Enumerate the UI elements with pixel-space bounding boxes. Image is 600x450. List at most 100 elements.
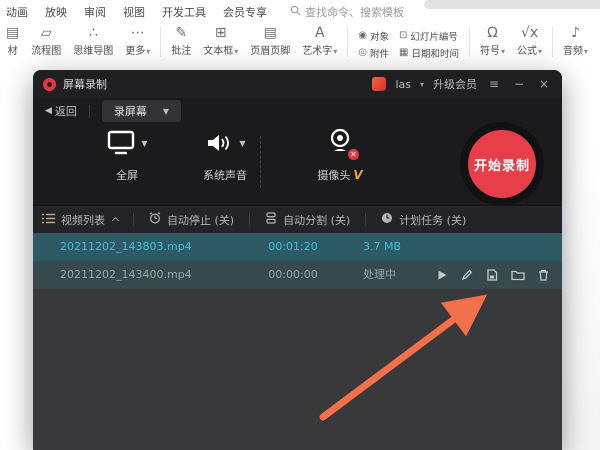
toolbar-item-formula[interactable]: √x公式▾ [511, 25, 548, 57]
toolbar-item-label: 幻灯片编号 [410, 29, 458, 43]
toolbar-item-datetime[interactable]: ▦日期和时间 [399, 44, 459, 61]
object-icon: ◉ [358, 31, 367, 41]
close-button[interactable]: × [536, 77, 552, 91]
toolbar-group: Ω符号▾√x公式▾ [474, 25, 548, 57]
video-list: 20211202_143803.mp400:01:203.7 MB2021120… [33, 233, 562, 289]
upgrade-member-button[interactable]: 升级会员 [433, 76, 477, 92]
toolbar-item-label: 音频 [563, 46, 583, 57]
toolbar-item-more[interactable]: ⋯更多▾ [119, 25, 156, 57]
menu-item-0[interactable]: 动画 [6, 4, 28, 20]
alarm-clock-icon [149, 212, 161, 227]
system-sound-label: 系统声音 [180, 167, 270, 183]
record-mode-dropdown[interactable]: 录屏幕 ▼ [102, 100, 181, 122]
toolbar-item-label: 附件 [370, 46, 389, 60]
formula-icon: √x [521, 25, 538, 42]
menu-icon[interactable]: ≡ [486, 77, 502, 91]
comment-icon: ✎ [175, 25, 187, 42]
file-duration: 00:00:00 [255, 261, 331, 289]
toolbar-separator [469, 27, 470, 57]
wordart-icon: A [315, 25, 325, 42]
toolbar-item-label: 流程图 [31, 42, 61, 57]
feature-toolbar: 视频列表 自动停止 (关) 自动分割 (关) 计划任务 (关) [33, 205, 562, 233]
toolbar-item-video[interactable]: ▶视频▾ [594, 25, 600, 57]
toolbar-item-label-wrap: 文本框▾ [203, 42, 238, 57]
toolbar-stacked-group: ◉对象 ⊡幻灯片编号 ◎附件 ▦日期和时间 [352, 25, 465, 61]
minimize-button[interactable]: − [511, 77, 527, 91]
file-actions [436, 261, 549, 289]
toolbar-item-label: 艺术字 [302, 46, 332, 57]
flowchart-icon: ▱ [41, 25, 52, 42]
toolbar-item-label: 思维导图 [73, 42, 113, 57]
save-icon[interactable] [486, 269, 498, 281]
open-folder-icon[interactable] [511, 269, 525, 281]
file-name: 20211202_143400.mp4 [60, 261, 192, 289]
chevron-down-icon[interactable]: ▼ [239, 139, 245, 148]
back-label: 返回 [55, 103, 77, 119]
monitor-icon [106, 130, 136, 156]
toolbar-group: ♪音频▾▶视频▾▣屏幕录制 [557, 25, 600, 57]
start-record-button[interactable]: 开始录制 [468, 130, 536, 198]
back-button[interactable]: ◀ 返回 [45, 103, 77, 119]
toolbar-item-audio[interactable]: ♪音频▾ [557, 25, 594, 57]
toolbar-item-symbol[interactable]: Ω符号▾ [474, 25, 511, 57]
feature-tab-label: 自动停止 (关) [167, 212, 234, 228]
toolbar-item-flowchart[interactable]: ▱流程图 [25, 25, 67, 57]
menu-item-2[interactable]: 审阅 [84, 4, 106, 20]
vip-badge: V [353, 168, 362, 182]
feature-tab-3[interactable]: 计划任务 (关) [381, 212, 466, 228]
toolbar-item-label-wrap: 符号▾ [480, 42, 505, 57]
feature-tab-label: 计划任务 (关) [399, 212, 466, 228]
list-icon [42, 213, 55, 227]
fullscreen-control[interactable]: ▼ 全屏 [82, 124, 172, 183]
toolbar-item-label: 材 [8, 42, 18, 57]
menu-item-4[interactable]: 开发工具 [162, 4, 206, 20]
toolbar-separator [347, 27, 348, 57]
toolbar-item-comment[interactable]: ✎批注 [165, 25, 197, 57]
toolbar-item-wordart[interactable]: A艺术字▾ [296, 25, 343, 57]
toolbar-item-label-wrap: 艺术字▾ [302, 42, 337, 57]
record-mode-label: 录屏幕 [114, 103, 147, 119]
toolbar-separator [552, 27, 553, 57]
toolbar-item-textbox[interactable]: ⊞文本框▾ [197, 25, 244, 57]
account-chevron-icon[interactable]: ▾ [420, 80, 424, 89]
chevron-down-icon[interactable]: ▼ [141, 139, 147, 148]
audio-icon: ♪ [571, 25, 580, 42]
toolbar-item-mindmap[interactable]: ∴思维导图 [67, 25, 119, 57]
feature-tab-label: 自动分割 (关) [283, 212, 350, 228]
feature-tab-2[interactable]: 自动分割 (关) [265, 212, 350, 228]
toolbar-item-label-wrap: 更多▾ [125, 42, 150, 57]
menu-item-1[interactable]: 放映 [45, 4, 67, 20]
toolbar-group: ✎批注⊞文本框▾▤页眉页脚A艺术字▾ [165, 25, 343, 57]
table-row[interactable]: 20211202_143803.mp400:01:203.7 MB [33, 233, 562, 261]
toolbar-item-attachment[interactable]: ◎附件 [358, 44, 389, 61]
toolbar-separator [160, 27, 161, 57]
toolbar-item-label: 对象 [370, 29, 389, 43]
toolbar-item-object[interactable]: ◉对象 [358, 27, 389, 44]
trash-icon[interactable] [538, 269, 549, 281]
toolbar-item-slide-number[interactable]: ⊡幻灯片编号 [399, 27, 459, 44]
mindmap-icon: ∴ [89, 25, 98, 42]
play-icon[interactable] [436, 269, 448, 281]
toolbar-item-label-wrap: 公式▾ [517, 42, 542, 57]
search-command-input[interactable]: 查找命令、搜索模板 [290, 4, 404, 20]
camera-control[interactable]: ✕ 摄像头V [295, 124, 385, 183]
menu-item-3[interactable]: 视图 [123, 4, 145, 20]
chevron-down-icon: ▼ [163, 107, 169, 116]
office-toolbar: ▤材▱流程图∴思维导图⋯更多▾✎批注⊞文本框▾▤页眉页脚A艺术字▾◉对象⊡幻灯片… [0, 25, 600, 63]
toolbar-item-header-footer[interactable]: ▤页眉页脚 [244, 25, 296, 57]
account-name[interactable]: las [395, 78, 411, 91]
feature-tab-0[interactable]: 视频列表 [42, 212, 118, 228]
toolbar-item-asset[interactable]: ▤材 [0, 25, 25, 57]
more-icon: ⋯ [131, 25, 145, 42]
system-sound-control[interactable]: ▼ 系统声音 [180, 124, 270, 183]
edit-icon[interactable] [461, 269, 473, 281]
divider [260, 136, 261, 188]
camera-label: 摄像头V [295, 167, 385, 183]
feature-tab-1[interactable]: 自动停止 (关) [149, 212, 234, 228]
panel-edge [424, 0, 600, 9]
account-avatar[interactable] [372, 77, 386, 91]
camera-disabled-icon: ✕ [348, 149, 359, 160]
asset-icon: ▤ [6, 25, 19, 42]
menu-item-5[interactable]: 会员专享 [223, 4, 267, 20]
table-row[interactable]: 20211202_143400.mp400:00:00处理中 [33, 261, 562, 289]
